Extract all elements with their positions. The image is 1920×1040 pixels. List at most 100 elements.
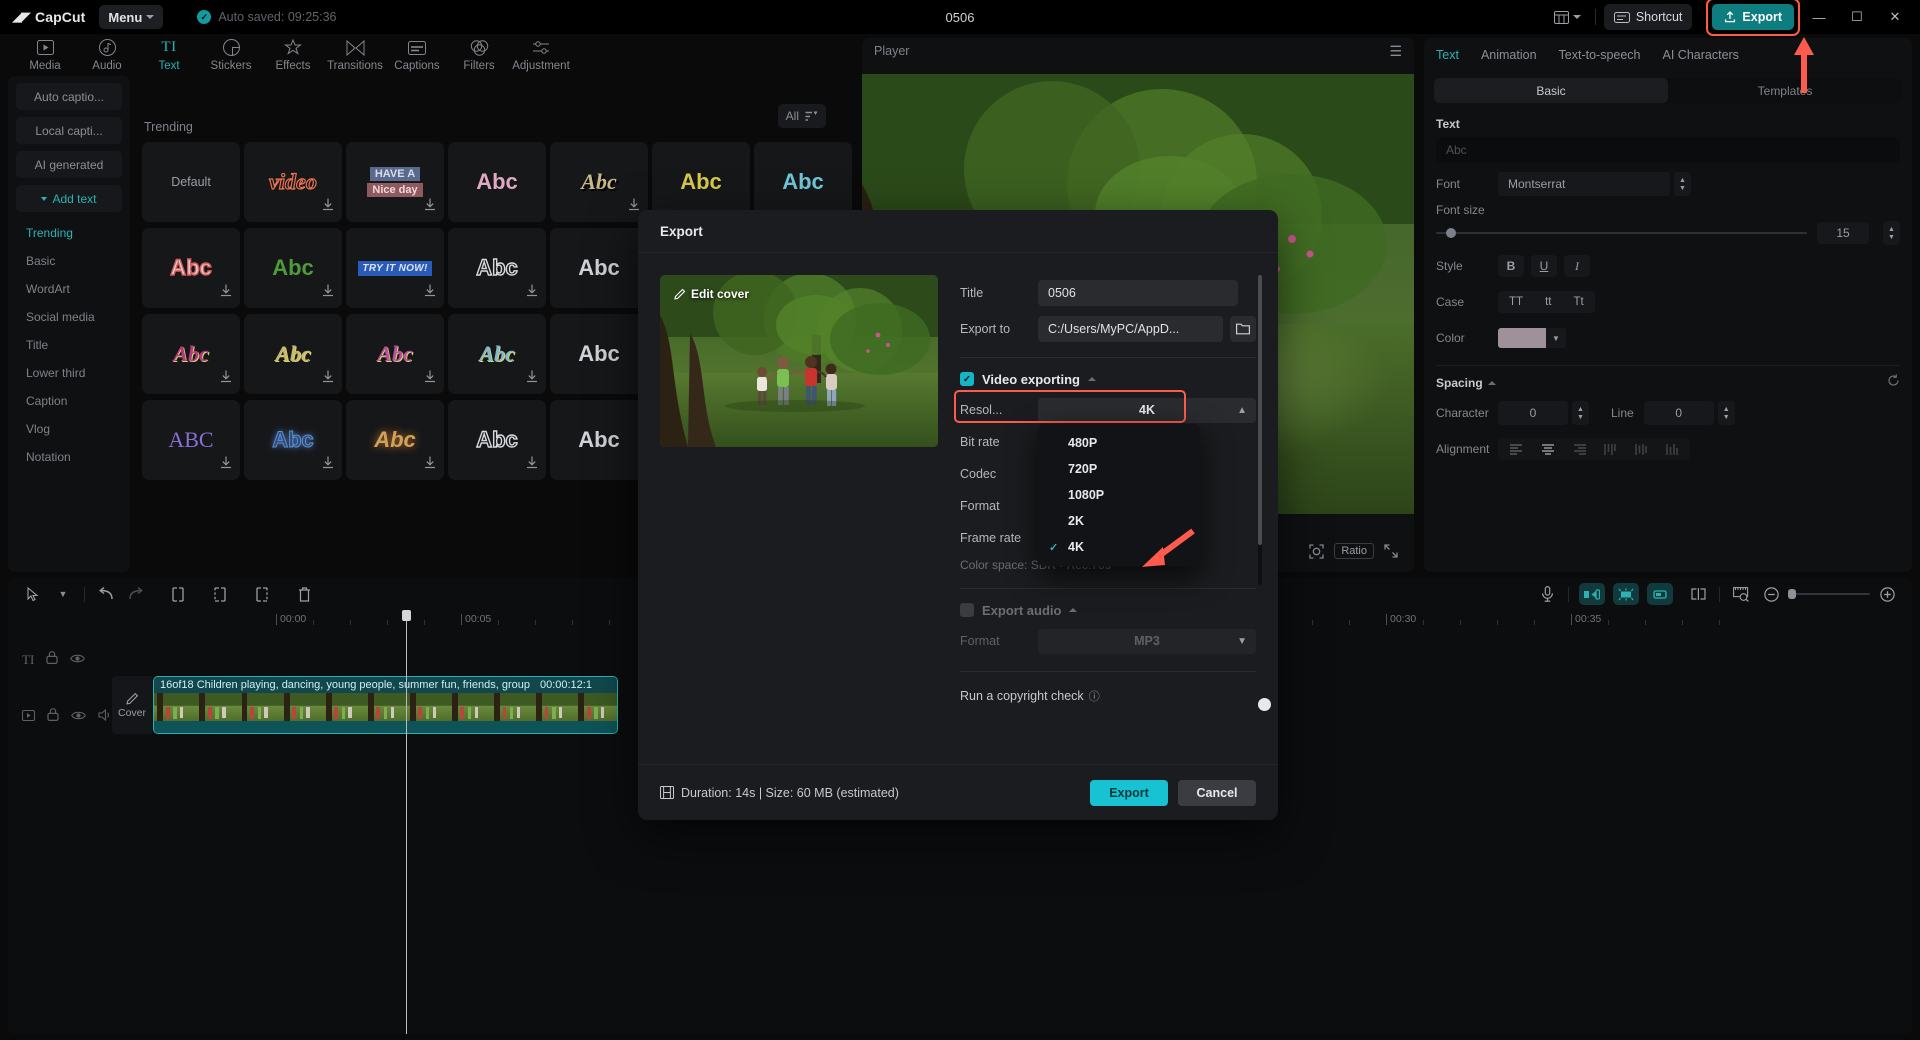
dialog-cancel-button[interactable]: Cancel (1178, 779, 1256, 806)
sidebar-item-lower-third[interactable]: Lower third (16, 359, 122, 387)
zoom-in-icon[interactable] (1872, 580, 1902, 608)
template-cell[interactable]: Abc (448, 400, 546, 480)
align-vcenter-icon[interactable] (1626, 440, 1655, 458)
crop-icon[interactable] (1309, 543, 1324, 559)
template-cell[interactable]: HAVE A Nice day (346, 142, 444, 222)
align-vbottom-icon[interactable] (1657, 440, 1686, 458)
font-size-value[interactable]: 15 (1817, 222, 1869, 244)
redo-icon[interactable] (121, 580, 151, 608)
sidebar-item-caption[interactable]: Caption (16, 387, 122, 415)
align-vtop-icon[interactable] (1595, 440, 1624, 458)
sidebar-item-vlog[interactable]: Vlog (16, 415, 122, 443)
slider-knob[interactable] (1446, 228, 1456, 238)
sidebar-pill-ai-generated[interactable]: AI generated (16, 151, 122, 178)
hamburger-icon[interactable]: ☰ (1389, 43, 1402, 60)
character-spacing-value[interactable]: 0 (1498, 401, 1568, 425)
download-icon[interactable] (220, 456, 232, 474)
undo-icon[interactable] (91, 580, 121, 608)
download-icon[interactable] (220, 284, 232, 302)
reset-icon[interactable] (1887, 374, 1900, 392)
playhead-handle[interactable] (402, 610, 411, 621)
template-cell[interactable]: ABC (142, 400, 240, 480)
lock-icon[interactable] (47, 708, 59, 726)
chevron-down-icon[interactable]: ▼ (48, 580, 78, 608)
sidebar-item-basic[interactable]: Basic (16, 247, 122, 275)
tab-ai-characters[interactable]: AI Characters (1663, 48, 1739, 62)
sidebar-pill-local-captions[interactable]: Local capti... (16, 117, 122, 144)
template-cell[interactable]: Abc (244, 228, 342, 308)
caret-up-icon[interactable] (1487, 381, 1496, 385)
align-center-icon[interactable] (1533, 440, 1562, 458)
zoom-knob[interactable] (1788, 589, 1796, 599)
all-filter-button[interactable]: All (777, 104, 826, 128)
case-lowercase-button[interactable]: tt (1534, 291, 1562, 313)
keyframe-in-icon[interactable] (1579, 583, 1605, 605)
video-clip[interactable]: 16of18 Children playing, dancing, young … (153, 676, 618, 734)
download-icon[interactable] (424, 370, 436, 388)
font-select[interactable]: Montserrat (1498, 172, 1670, 196)
keyframe-out-icon[interactable] (1647, 583, 1673, 605)
cover-button[interactable]: Cover (112, 676, 152, 734)
tool-tab-effects[interactable]: Effects (262, 34, 324, 72)
sidebar-item-notation[interactable]: Notation (16, 443, 122, 471)
delete-icon[interactable] (289, 580, 319, 608)
tool-tab-media[interactable]: Media (14, 34, 76, 72)
sidebar-item-title[interactable]: Title (16, 331, 122, 359)
fullscreen-icon[interactable] (1384, 544, 1398, 558)
ratio-button[interactable]: Ratio (1334, 543, 1374, 559)
color-picker[interactable]: ▼ (1498, 328, 1566, 348)
template-cell[interactable]: Abc (448, 228, 546, 308)
line-spacing-stepper[interactable]: ▲ ▼ (1717, 401, 1735, 425)
zoom-out-icon[interactable] (1756, 580, 1786, 608)
template-cell[interactable]: Abc (550, 314, 648, 394)
character-spacing-stepper[interactable]: ▲ ▼ (1572, 401, 1589, 425)
template-cell[interactable]: Abc (346, 400, 444, 480)
playhead[interactable] (402, 610, 411, 1034)
tool-tab-audio[interactable]: Audio (76, 34, 138, 72)
template-cell[interactable]: Abc (142, 228, 240, 308)
browse-folder-button[interactable] (1230, 316, 1256, 342)
resolution-option[interactable]: ✓ 4K (1038, 534, 1200, 560)
dialog-export-button[interactable]: Export (1090, 779, 1168, 806)
template-cell[interactable]: Abc (448, 314, 546, 394)
tab-animation[interactable]: Animation (1481, 48, 1537, 62)
export-path-input[interactable]: C:/Users/MyPC/AppD... (1038, 316, 1223, 342)
resolution-dropdown[interactable]: 480P 720P 1080P 2K ✓ 4K (1038, 424, 1200, 566)
segment-basic[interactable]: Basic (1434, 78, 1668, 103)
edit-cover-button[interactable]: Edit cover (674, 287, 749, 301)
download-icon[interactable] (526, 370, 538, 388)
sidebar-pill-add-text[interactable]: Add text (16, 185, 122, 212)
sidebar-pill-auto-captions[interactable]: Auto captio... (16, 83, 122, 110)
eye-icon[interactable] (70, 651, 86, 669)
align-right-icon[interactable] (1564, 440, 1593, 458)
mic-icon[interactable] (1532, 580, 1562, 608)
dialog-scrollbar[interactable] (1258, 275, 1262, 585)
tool-tab-captions[interactable]: Captions (386, 34, 448, 72)
download-icon[interactable] (424, 456, 436, 474)
text-input[interactable]: Abc (1436, 137, 1900, 163)
help-icon[interactable]: ⓘ (1089, 688, 1100, 704)
select-tool-icon[interactable] (18, 580, 48, 608)
template-cell[interactable]: Abc (448, 142, 546, 222)
download-icon[interactable] (322, 284, 334, 302)
template-cell[interactable]: Default (142, 142, 240, 222)
download-icon[interactable] (220, 370, 232, 388)
align-left-icon[interactable] (1502, 440, 1531, 458)
tool-tab-adjustment[interactable]: Adjustment (510, 34, 572, 72)
caret-up-icon[interactable] (1088, 377, 1096, 381)
split-left-icon[interactable] (163, 580, 193, 608)
template-cell[interactable]: TRY IT NOW! (346, 228, 444, 308)
tool-tab-transitions[interactable]: Transitions (324, 34, 386, 72)
video-exporting-checkbox[interactable]: ✓ (960, 372, 974, 386)
segment-templates[interactable]: Templates (1668, 78, 1902, 103)
volume-icon[interactable] (98, 708, 112, 726)
title-input[interactable]: 0506 (1038, 280, 1238, 306)
font-size-stepper[interactable]: ▲ ▼ (1883, 221, 1900, 245)
template-cell[interactable]: Abc (142, 314, 240, 394)
font-stepper[interactable]: ▲ ▼ (1674, 172, 1691, 196)
timeline-zoom-slider[interactable] (1786, 589, 1872, 599)
resolution-option[interactable]: 2K (1038, 508, 1200, 534)
lock-icon[interactable] (46, 651, 58, 669)
download-icon[interactable] (322, 198, 334, 216)
tab-text[interactable]: Text (1436, 48, 1459, 62)
